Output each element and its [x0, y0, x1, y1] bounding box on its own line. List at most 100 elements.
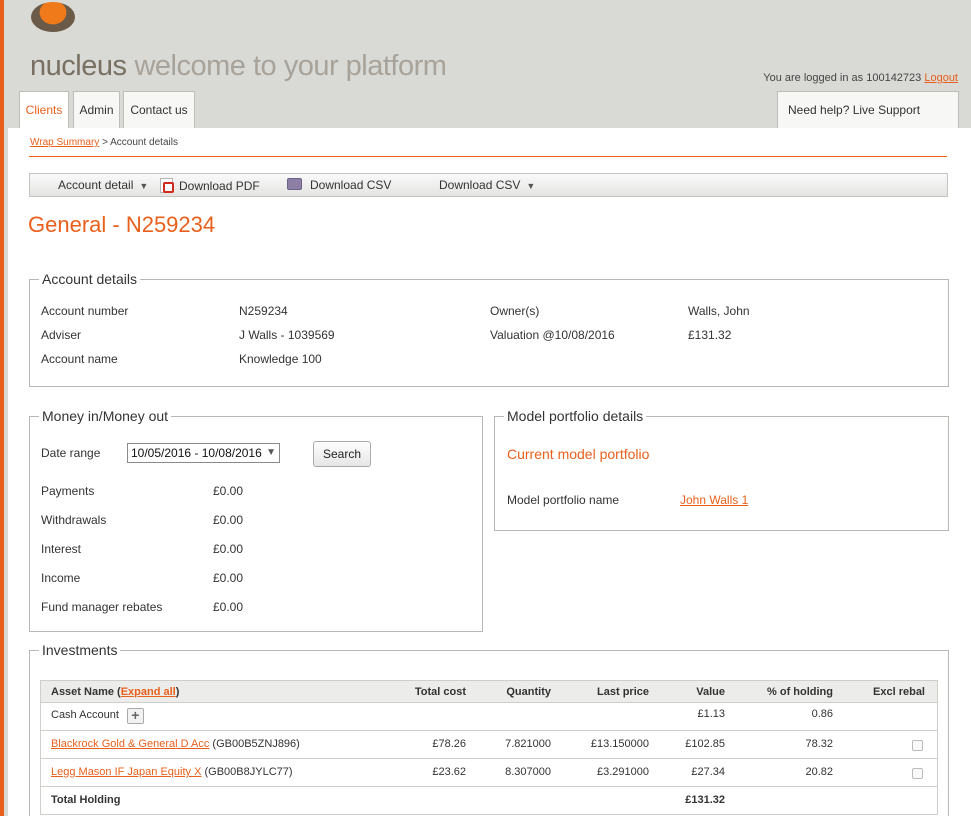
dropdown-arrow-icon: ▼ [266, 447, 276, 458]
asset-cell: Blackrock Gold & General D Acc (GB00B5ZN… [51, 738, 300, 750]
search-button[interactable]: Search [313, 441, 371, 467]
nucleus-logo-icon [31, 2, 75, 32]
header-pct-holding: % of holding [767, 686, 833, 698]
asset-code: (GB00B8JYLC77) [204, 766, 293, 778]
last-price-cell: £13.150000 [590, 738, 649, 750]
date-range-select[interactable]: 10/05/2016 - 10/08/2016 ▼ [127, 443, 280, 463]
header-last-price: Last price [597, 686, 649, 698]
asset-link[interactable]: Blackrock Gold & General D Acc [51, 738, 209, 750]
asset-cell: Legg Mason IF Japan Equity X (GB00B8JYLC… [51, 766, 293, 778]
excl-rebal-checkbox[interactable] [912, 768, 923, 779]
asset-name-header-label: Asset Name ( [51, 686, 121, 698]
logout-link[interactable]: Logout [924, 72, 958, 84]
money-row-value: £0.00 [213, 484, 244, 498]
date-range-value: 10/05/2016 - 10/08/2016 [131, 446, 262, 460]
login-info: You are logged in as 100142723 Logout [763, 72, 958, 84]
header: nucleus welcome to your platform You are … [8, 0, 971, 128]
model-portfolio-panel: Model portfolio details Current model po… [494, 408, 949, 531]
download-pdf-button[interactable]: Download PDF [160, 178, 260, 193]
breadcrumb-divider [29, 156, 947, 157]
pct-cell: 78.32 [805, 738, 833, 750]
header-asset-name: Asset Name (Expand all) [51, 686, 179, 698]
expand-plus-icon[interactable]: + [126, 708, 144, 724]
cash-value: £1.13 [697, 708, 725, 720]
model-portfolio-link[interactable]: John Walls 1 [680, 493, 748, 507]
breadcrumb-current: Account details [110, 137, 178, 148]
money-row-label: Interest [41, 542, 82, 556]
field-label: Owner(s) [490, 304, 540, 318]
page-title: General - N259234 [28, 212, 216, 237]
account-number-value: N259234 [239, 304, 288, 318]
app-frame: nucleus welcome to your platform You are … [0, 0, 971, 816]
toolbar: Account detail ▼ Download PDF Download CS… [29, 173, 948, 197]
money-row-value: £0.00 [213, 571, 244, 585]
download-pdf-label: Download PDF [179, 179, 260, 193]
asset-name-close-paren: ) [175, 686, 180, 698]
chevron-down-icon: ▼ [139, 181, 149, 191]
live-support-button[interactable]: Need help? Live Support [777, 91, 959, 128]
money-row-value: £0.00 [213, 600, 244, 614]
money-row-label: Payments [41, 484, 95, 498]
total-cost-cell: £78.26 [432, 738, 466, 750]
account-detail-label: Account detail [58, 178, 134, 192]
table-row-cash: Cash Account + £1.13 0.86 [40, 703, 938, 731]
money-row-label: Withdrawals [41, 513, 107, 527]
account-details-panel: Account details Account number N259234 A… [29, 271, 949, 387]
money-legend: Money in/Money out [39, 408, 172, 424]
download-csv-menu[interactable]: Download CSV ▼ [439, 178, 535, 192]
tab-contact-us[interactable]: Contact us [123, 91, 195, 128]
pct-cell: 20.82 [805, 766, 833, 778]
main-content: Wrap Summary > Account details Account d… [8, 128, 971, 816]
asset-code: (GB00B5ZNJ896) [212, 738, 300, 750]
account-details-legend: Account details [39, 271, 140, 287]
model-name-label: Model portfolio name [507, 493, 620, 507]
field-label: Account name [41, 352, 118, 366]
header-quantity: Quantity [506, 686, 551, 698]
model-portfolio-legend: Model portfolio details [504, 408, 647, 424]
valuation-value: £131.32 [688, 328, 732, 342]
investments-legend: Investments [39, 642, 121, 658]
chevron-down-icon: ▼ [526, 181, 536, 191]
money-in-out-panel: Money in/Money out Date range 10/05/2016… [29, 408, 483, 632]
field-label: Adviser [41, 328, 82, 342]
date-range-label: Date range [41, 446, 101, 460]
download-csv-button[interactable]: Download CSV [287, 178, 391, 192]
value-cell: £102.85 [685, 738, 725, 750]
current-model-heading: Current model portfolio [507, 446, 650, 462]
cash-account-name: Cash Account [51, 709, 119, 721]
money-row-value: £0.00 [213, 513, 244, 527]
account-detail-menu[interactable]: Account detail ▼ [58, 178, 148, 192]
breadcrumb: Wrap Summary > Account details [30, 137, 178, 148]
table-header: Asset Name (Expand all) Total cost Quant… [40, 680, 938, 703]
header-total-cost: Total cost [414, 686, 466, 698]
csv-icon [287, 178, 302, 190]
header-value: Value [696, 686, 725, 698]
brand-tagline: welcome to your platform [134, 50, 447, 82]
tab-clients[interactable]: Clients [19, 91, 69, 128]
asset-link[interactable]: Legg Mason IF Japan Equity X [51, 766, 201, 778]
cash-pct: 0.86 [811, 708, 833, 720]
money-row-value: £0.00 [213, 542, 244, 556]
header-excl-rebal: Excl rebal [873, 686, 925, 698]
table-row-total: Total Holding £131.32 [40, 787, 938, 815]
total-holding-value: £131.32 [685, 794, 725, 806]
expand-all-link[interactable]: Expand all [121, 686, 176, 698]
download-csv-label: Download CSV [310, 178, 392, 192]
pdf-icon [160, 178, 174, 193]
field-label: Valuation @10/08/2016 [490, 328, 615, 342]
brand-name: nucleus [30, 50, 127, 82]
last-price-cell: £3.291000 [597, 766, 649, 778]
excl-rebal-checkbox[interactable] [912, 740, 923, 751]
breadcrumb-separator: > [102, 137, 108, 148]
investments-panel: Investments Asset Name (Expand all) Tota… [29, 642, 949, 816]
total-holding-label: Total Holding [51, 794, 121, 806]
login-text: You are logged in as 100142723 [763, 72, 922, 84]
money-row-label: Income [41, 571, 81, 585]
field-label: Account number [41, 304, 129, 318]
tab-admin[interactable]: Admin [73, 91, 120, 128]
quantity-cell: 7.821000 [505, 738, 551, 750]
breadcrumb-wrap-summary-link[interactable]: Wrap Summary [30, 137, 99, 148]
value-cell: £27.34 [691, 766, 725, 778]
brand-title: nucleus welcome to your platform [30, 50, 447, 83]
table-row: Legg Mason IF Japan Equity X (GB00B8JYLC… [40, 759, 938, 787]
